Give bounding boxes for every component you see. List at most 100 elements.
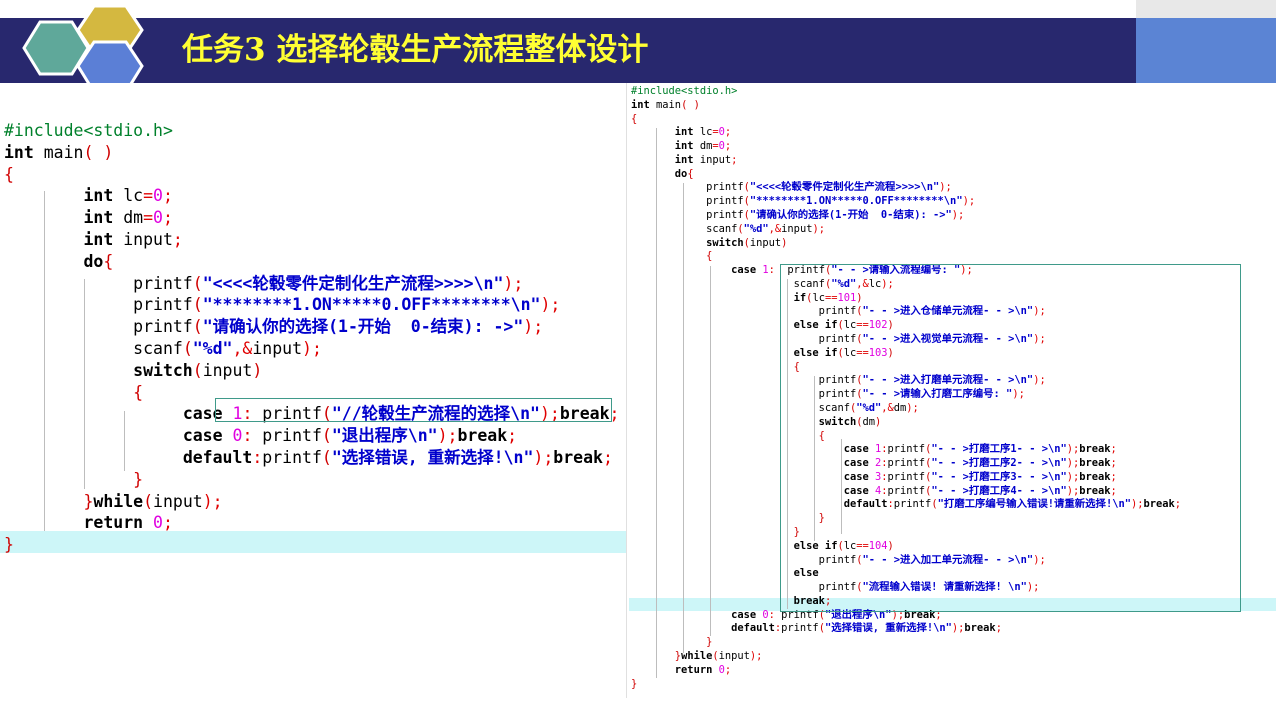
code-token: "退出程序\n": [331, 426, 438, 446]
code-token: input: [781, 222, 813, 235]
code-line: switch(input): [631, 237, 787, 251]
code-token: switch: [706, 236, 744, 249]
code-line: printf("<<<<轮毂零件定制化生产流程>>>>\n");: [631, 181, 952, 195]
code-line: int main( ): [631, 99, 700, 113]
code-token: ): [252, 360, 263, 380]
code-token: {: [687, 167, 694, 180]
code-token: input: [113, 230, 173, 249]
code-token: main: [33, 142, 84, 162]
code-token: input: [153, 491, 203, 511]
left-code-editor[interactable]: #include<stdio.h> int main( ){ int lc=0; …: [0, 83, 626, 698]
code-token: }: [4, 535, 14, 555]
code-line: do{: [631, 168, 694, 182]
code-token: input: [202, 360, 253, 380]
code-token: {: [103, 251, 114, 271]
header-top-strip: [1136, 0, 1276, 18]
code-token: (: [143, 491, 154, 511]
code-token: default: [182, 448, 253, 467]
code-line: scanf("%d",&input);: [631, 223, 825, 237]
code-line: switch(input): [4, 360, 262, 382]
code-line: scanf("%d",&input);: [4, 338, 322, 360]
code-token: "%d": [743, 222, 769, 235]
code-token: printf: [4, 273, 193, 293]
code-token: );: [962, 195, 976, 208]
code-line: return 0;: [4, 512, 173, 534]
code-token: input: [252, 339, 303, 358]
code-token: int: [674, 126, 694, 139]
code-token: {: [706, 250, 713, 263]
code-token: (: [192, 273, 203, 293]
code-line: case 0: printf("退出程序\n");break;: [4, 425, 517, 447]
code-token: "********1.ON*****0.OFF********\n": [202, 295, 541, 315]
code-token: return: [674, 663, 713, 676]
right-code-editor[interactable]: #include<stdio.h> int main( ){ int lc=0; …: [626, 83, 1276, 698]
code-token: 0: [756, 608, 769, 621]
code-token: }: [83, 491, 94, 511]
code-token: 0: [153, 208, 163, 228]
code-token: );: [503, 273, 524, 293]
code-token: {: [4, 164, 14, 184]
code-token: );: [951, 622, 965, 635]
code-token: scanf: [631, 222, 738, 235]
code-token: );: [540, 295, 561, 315]
code-token: ;: [162, 513, 173, 533]
code-token: {: [133, 382, 144, 402]
code-token: while: [93, 491, 144, 511]
code-token: );: [533, 448, 554, 467]
code-token: (: [182, 339, 193, 358]
code-token: #include<stdio.h>: [631, 85, 738, 97]
code-line: int main( ): [4, 142, 113, 164]
code-token: case: [731, 264, 757, 277]
code-token: (: [321, 448, 332, 467]
code-token: printf: [4, 317, 193, 337]
code-line: {: [4, 382, 143, 404]
code-token: main: [649, 98, 682, 111]
code-token: ;: [724, 663, 732, 676]
code-token: 0: [712, 663, 725, 676]
code-token: =: [143, 208, 154, 228]
code-token: break: [964, 622, 996, 635]
code-token: int: [83, 230, 114, 249]
code-line: }: [631, 526, 800, 540]
code-token: );: [437, 426, 458, 446]
code-token: "********1.ON*****0.OFF********\n": [749, 195, 963, 208]
code-line: int input;: [631, 153, 738, 168]
code-token: ;: [172, 230, 183, 249]
code-token: );: [812, 222, 825, 235]
code-token: );: [939, 181, 952, 194]
code-token: ;: [724, 126, 732, 139]
code-token: ;: [995, 622, 1002, 635]
code-line: printf("********1.ON*****0.OFF********\n…: [4, 294, 560, 316]
code-line: }: [631, 636, 712, 650]
code-token: (: [83, 142, 94, 162]
code-token: case: [182, 426, 223, 446]
code-token: );: [749, 649, 763, 662]
code-token: int: [4, 142, 34, 162]
code-line: #include<stdio.h>: [631, 85, 737, 99]
code-token: (: [192, 317, 203, 337]
code-token: printf: [252, 426, 322, 446]
code-token: #include<stdio.h>: [4, 121, 173, 140]
code-token: ;: [731, 153, 738, 166]
code-token: "选择错误, 重新选择!\n": [824, 622, 952, 635]
